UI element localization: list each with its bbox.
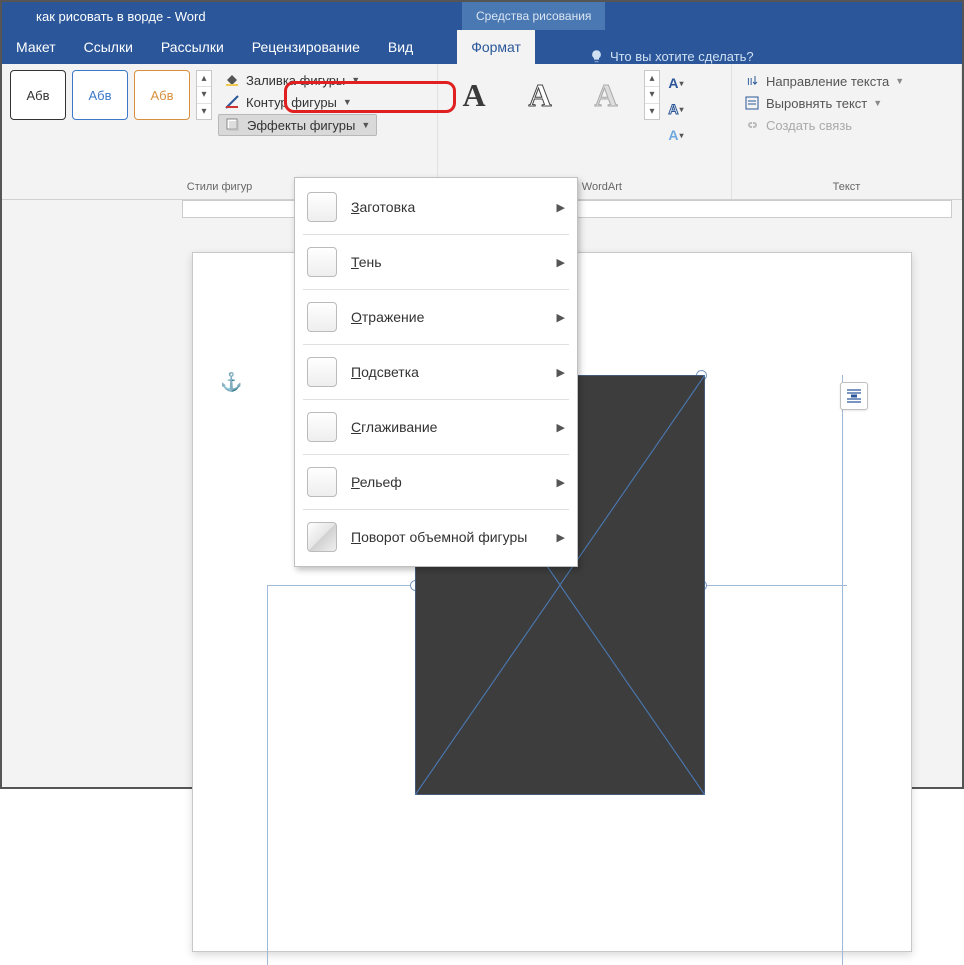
shape-fill-label: Заливка фигуры xyxy=(246,73,345,88)
submenu-arrow-icon: ▶ xyxy=(557,366,565,379)
shadow-icon xyxy=(307,247,337,277)
titlebar: как рисовать в ворде - Word Средства рис… xyxy=(2,2,962,30)
wordart-more[interactable]: ▴▾▾ xyxy=(644,70,660,120)
link-icon xyxy=(744,117,760,133)
submenu-arrow-icon: ▶ xyxy=(557,256,565,269)
preset-icon xyxy=(307,192,337,222)
tab-review[interactable]: Рецензирование xyxy=(238,30,374,64)
submenu-arrow-icon: ▶ xyxy=(557,421,565,434)
pen-icon xyxy=(224,94,240,110)
submenu-arrow-icon: ▶ xyxy=(557,531,565,544)
menu-separator xyxy=(303,509,569,510)
tell-me-label: Что вы хотите сделать? xyxy=(610,49,754,64)
bevel-icon xyxy=(307,467,337,497)
layout-options-icon xyxy=(845,387,863,405)
wordart-style-1[interactable]: А xyxy=(446,70,502,120)
effects-glow[interactable]: Подсветка ▶ xyxy=(295,349,577,395)
anchor-icon: ⚓ xyxy=(220,372,242,393)
wordart-mini-buttons: A▾ A▾ A▾ xyxy=(660,70,692,148)
soft-edges-icon xyxy=(307,412,337,442)
shape-outline-label: Контур фигуры xyxy=(246,95,337,110)
menu-separator xyxy=(303,344,569,345)
menu-separator xyxy=(303,234,569,235)
glow-icon xyxy=(307,357,337,387)
shape-fill-stack: Заливка фигуры▼ Контур фигуры▼ Эффекты ф… xyxy=(212,70,377,136)
shape-effects-button[interactable]: Эффекты фигуры▼ xyxy=(218,114,377,136)
shape-style-3[interactable]: Абв xyxy=(134,70,190,120)
shape-effects-menu: Заготовка ▶ Тень ▶ Отражение ▶ Подсветка… xyxy=(294,177,578,567)
tell-me[interactable]: Что вы хотите сделать? xyxy=(575,49,768,64)
menu-separator xyxy=(303,454,569,455)
lightbulb-icon xyxy=(589,49,604,64)
submenu-arrow-icon: ▶ xyxy=(557,201,565,214)
tab-references[interactable]: Ссылки xyxy=(70,30,147,64)
text-direction-button[interactable]: II Направление текста▼ xyxy=(740,70,953,92)
rotation-3d-icon xyxy=(307,522,337,552)
text-effects-button[interactable]: A▾ xyxy=(664,124,688,146)
shape-outline-button[interactable]: Контур фигуры▼ xyxy=(218,92,377,112)
effects-reflection[interactable]: Отражение ▶ xyxy=(295,294,577,340)
group-label-text: Текст xyxy=(740,181,953,197)
tab-format[interactable]: Формат xyxy=(457,30,535,64)
tab-layout[interactable]: Макет xyxy=(2,30,70,64)
shape-style-gallery[interactable]: Абв Абв Абв ▴▾▾ xyxy=(10,70,212,120)
group-text: II Направление текста▼ Выровнять текст▼ … xyxy=(732,64,962,199)
submenu-arrow-icon: ▶ xyxy=(557,476,565,489)
effects-3d-rotation[interactable]: Поворот объемной фигуры ▶ xyxy=(295,514,577,560)
context-tab-label: Средства рисования xyxy=(462,2,605,30)
effects-icon xyxy=(225,117,241,133)
align-text-button[interactable]: Выровнять текст▼ xyxy=(740,92,953,114)
align-text-label: Выровнять текст xyxy=(766,96,867,111)
ribbon-tabs: Макет Ссылки Рассылки Рецензирование Вид… xyxy=(2,30,962,64)
layout-options-button[interactable] xyxy=(840,382,868,410)
shape-style-more[interactable]: ▴▾▾ xyxy=(196,70,212,120)
text-fill-button[interactable]: A▾ xyxy=(664,72,688,94)
shape-style-2[interactable]: Абв xyxy=(72,70,128,120)
window-title: как рисовать в ворде - Word xyxy=(36,9,206,24)
menu-separator xyxy=(303,399,569,400)
svg-text:II: II xyxy=(747,77,753,88)
shape-fill-button[interactable]: Заливка фигуры▼ xyxy=(218,70,377,90)
bucket-icon xyxy=(224,72,240,88)
reflection-icon xyxy=(307,302,337,332)
wordart-style-2[interactable]: А xyxy=(512,70,568,120)
wordart-gallery[interactable]: А А А ▴▾▾ xyxy=(446,70,660,120)
shape-effects-label: Эффекты фигуры xyxy=(247,118,355,133)
text-direction-icon: II xyxy=(744,73,760,89)
submenu-arrow-icon: ▶ xyxy=(557,311,565,324)
tab-view[interactable]: Вид xyxy=(374,30,427,64)
effects-bevel[interactable]: Рельеф ▶ xyxy=(295,459,577,505)
menu-separator xyxy=(303,289,569,290)
tab-mailings[interactable]: Рассылки xyxy=(147,30,238,64)
text-direction-label: Направление текста xyxy=(766,74,889,89)
effects-preset[interactable]: Заготовка ▶ xyxy=(295,184,577,230)
wordart-style-3[interactable]: А xyxy=(578,70,634,120)
create-link-button[interactable]: Создать связь xyxy=(740,114,953,136)
create-link-label: Создать связь xyxy=(766,118,852,133)
effects-shadow[interactable]: Тень ▶ xyxy=(295,239,577,285)
shape-style-1[interactable]: Абв xyxy=(10,70,66,120)
align-text-icon xyxy=(744,95,760,111)
text-outline-button[interactable]: A▾ xyxy=(664,98,688,120)
effects-soft-edges[interactable]: Сглаживание ▶ xyxy=(295,404,577,450)
